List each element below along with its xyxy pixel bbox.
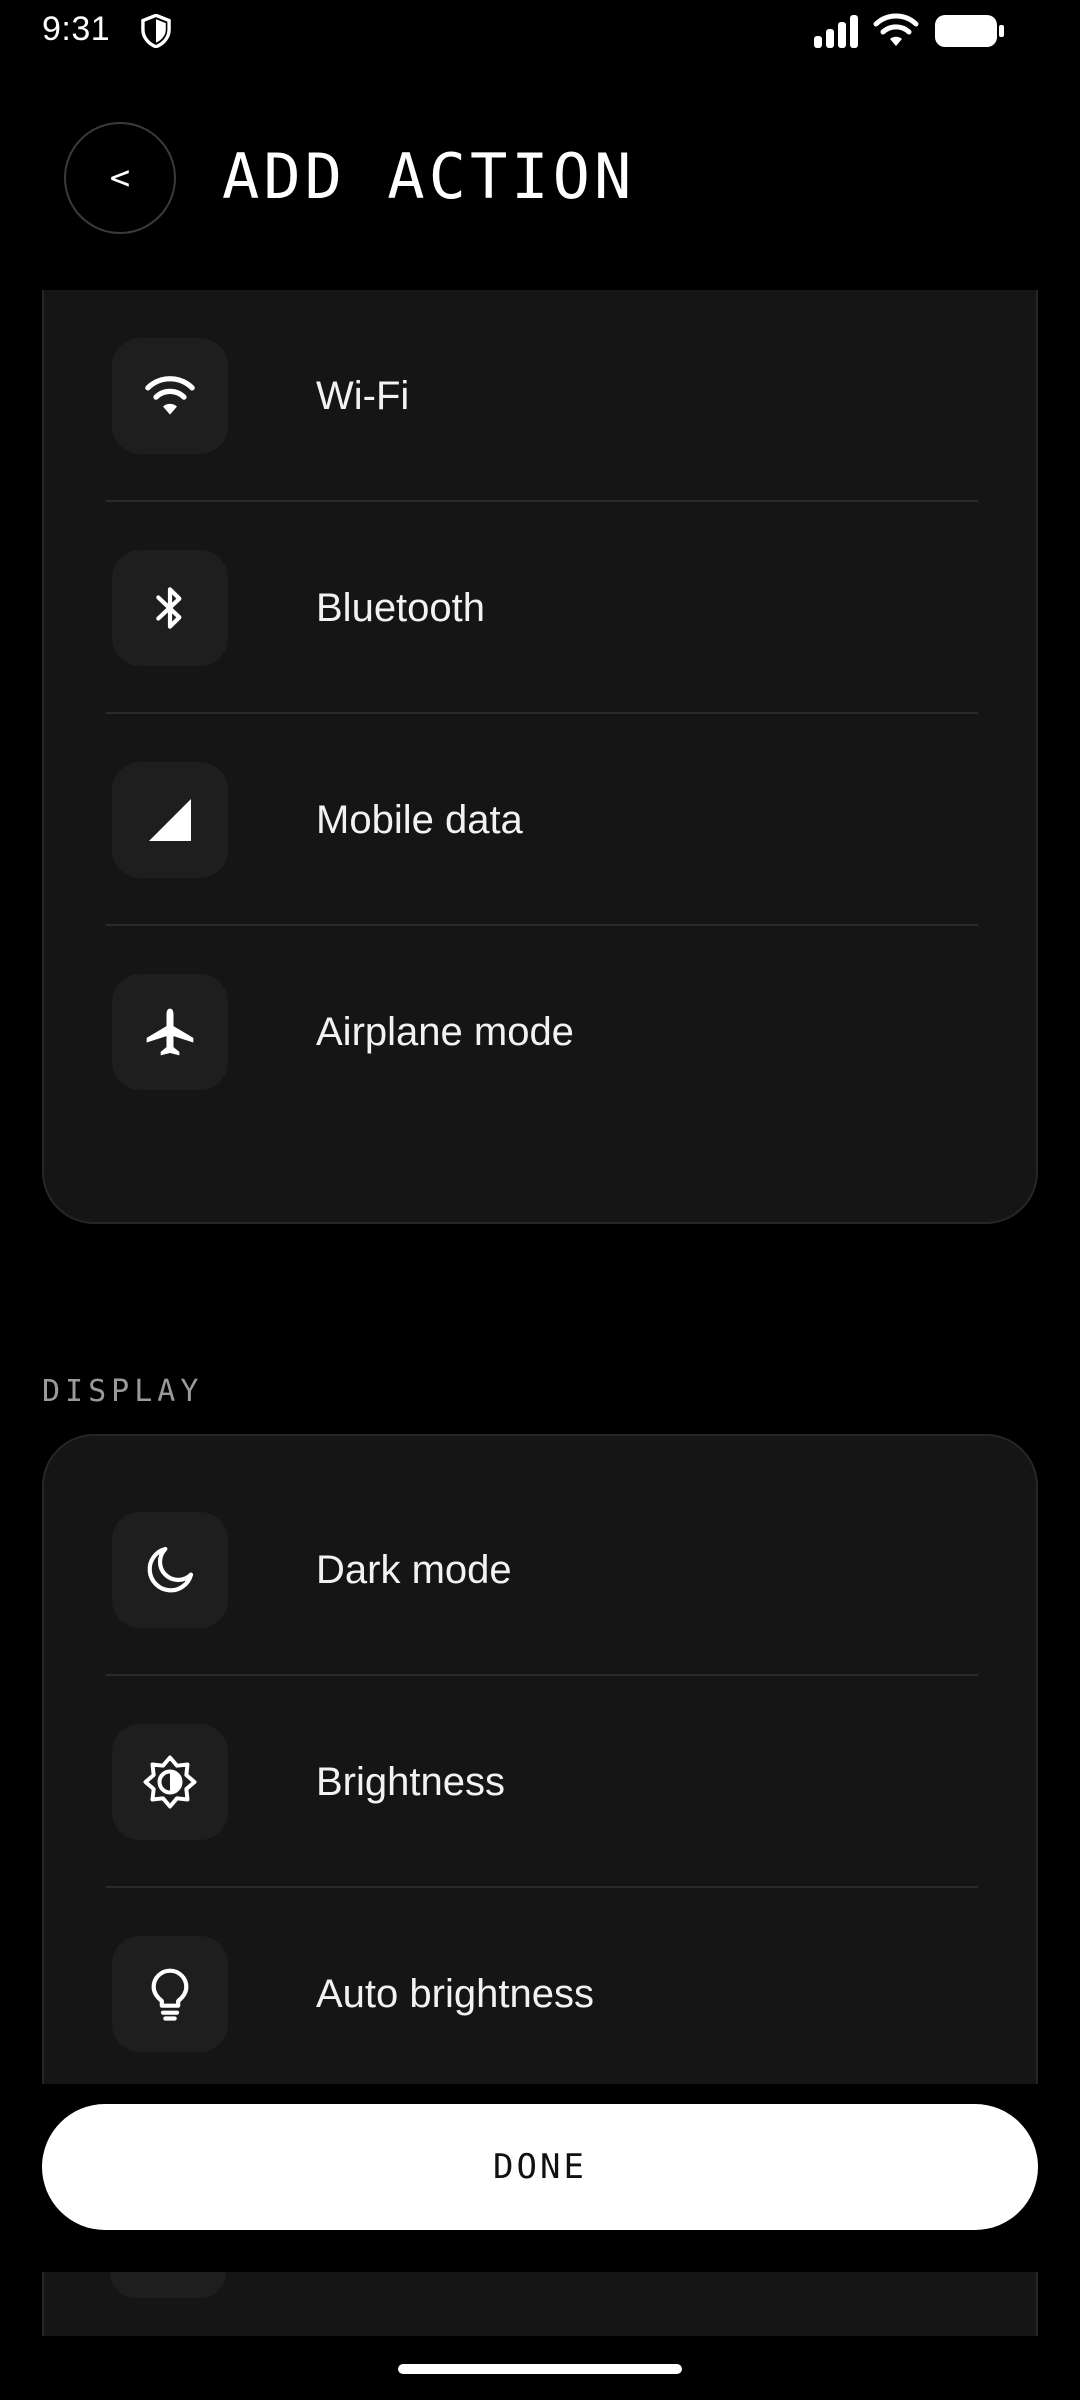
action-label: Auto brightness	[316, 1971, 594, 2016]
page-title: ADD ACTION	[222, 140, 636, 213]
brightness-icon	[112, 1724, 228, 1840]
shield-icon	[141, 14, 171, 48]
display-card: Dark mode Brightness Auto brightness	[42, 1434, 1038, 2084]
back-button[interactable]: <	[64, 122, 176, 234]
airplane-icon	[112, 974, 228, 1090]
action-label: Airplane mode	[316, 1009, 574, 1054]
status-bar: 9:31	[0, 0, 1080, 62]
action-row-wifi[interactable]: Wi-Fi	[106, 290, 978, 502]
wifi-icon	[112, 338, 228, 454]
back-chevron-icon: <	[109, 158, 131, 198]
bluetooth-icon	[112, 550, 228, 666]
action-row-airplane-mode[interactable]: Airplane mode	[106, 926, 978, 1138]
moon-icon	[112, 1512, 228, 1628]
status-time: 9:31	[42, 10, 111, 48]
action-row-auto-brightness[interactable]: Auto brightness	[106, 1888, 978, 2100]
action-row-bluetooth[interactable]: Bluetooth	[106, 502, 978, 714]
action-label: Mobile data	[316, 797, 523, 842]
icon-tile-partial	[110, 2272, 226, 2298]
action-label: Dark mode	[316, 1547, 512, 1592]
mobile-data-icon	[112, 762, 228, 878]
action-row-mobile-data[interactable]: Mobile data	[106, 714, 978, 926]
home-indicator[interactable]	[398, 2364, 682, 2374]
action-label: Wi-Fi	[316, 373, 410, 418]
wifi-status-icon	[873, 13, 919, 46]
done-button[interactable]: DONE	[42, 2104, 1038, 2230]
battery-icon	[935, 15, 1004, 47]
lightbulb-icon	[112, 1936, 228, 2052]
action-row-dark-mode[interactable]: Dark mode	[106, 1464, 978, 1676]
action-row-brightness[interactable]: Brightness	[106, 1676, 978, 1888]
list-continuation	[42, 2272, 1038, 2336]
action-label: Bluetooth	[316, 585, 486, 630]
connectivity-card: Wi-Fi Bluetooth Mobile data Airplane mod…	[42, 290, 1038, 1224]
section-label-display: DISPLAY	[42, 1374, 204, 1409]
signal-icon	[814, 15, 858, 48]
action-label: Brightness	[316, 1759, 505, 1804]
